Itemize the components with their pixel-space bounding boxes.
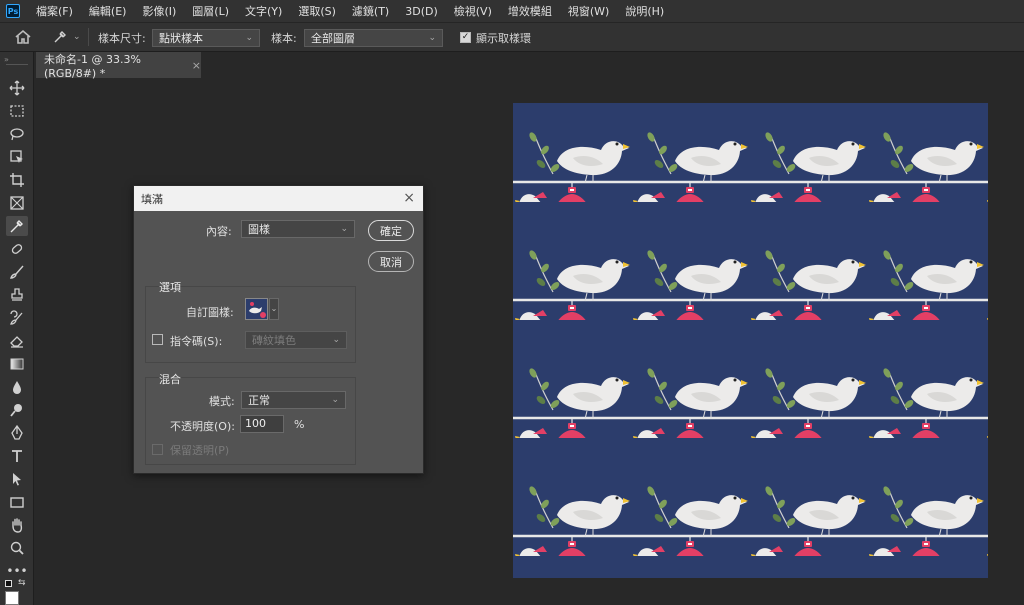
sample-label: 樣本: bbox=[271, 32, 297, 45]
document-canvas[interactable] bbox=[513, 103, 988, 578]
opacity-input[interactable]: 100 bbox=[240, 415, 284, 433]
script-label[interactable]: 指令碼(S): bbox=[170, 333, 222, 349]
contents-label: 內容: bbox=[206, 225, 232, 238]
photoshop-logo: Ps bbox=[6, 4, 20, 18]
menu-bar: Ps 檔案(F) 編輯(E) 影像(I) 圖層(L) 文字(Y) 選取(S) 濾… bbox=[0, 0, 1024, 22]
menu-3d[interactable]: 3D(D) bbox=[397, 5, 446, 18]
close-tab-icon[interactable]: × bbox=[192, 59, 201, 72]
script-value: 磚紋填色 bbox=[252, 334, 296, 347]
document-tab[interactable]: 未命名-1 @ 33.3% (RGB/8#) * × bbox=[36, 52, 201, 80]
brush-tool-icon[interactable] bbox=[6, 262, 28, 282]
menu-image[interactable]: 影像(I) bbox=[134, 3, 184, 19]
pattern-picker[interactable] bbox=[245, 298, 268, 320]
healing-brush-tool-icon[interactable] bbox=[6, 239, 28, 259]
preserve-transparency-label: 保留透明(P) bbox=[170, 444, 230, 457]
clone-stamp-tool-icon[interactable] bbox=[6, 285, 28, 305]
divider bbox=[88, 28, 89, 46]
move-tool-icon[interactable] bbox=[6, 78, 28, 98]
fill-dialog: 填滿 × 內容: 圖樣 ⌄ 確定 取消 選項 自訂圖樣: ⌄ 指令碼(S): 磚紋… bbox=[133, 185, 424, 474]
zoom-tool-icon[interactable] bbox=[6, 538, 28, 558]
close-icon[interactable]: × bbox=[403, 190, 415, 206]
home-icon[interactable] bbox=[14, 29, 32, 48]
menu-edit[interactable]: 編輯(E) bbox=[81, 3, 135, 19]
menu-plugins[interactable]: 增效模組 bbox=[500, 3, 560, 19]
sample-value: 全部圖層 bbox=[311, 32, 355, 45]
chevron-down-icon[interactable]: ⌄ bbox=[73, 32, 81, 42]
swap-colors-icon[interactable]: ⇆ bbox=[18, 578, 26, 588]
chevron-down-icon: ⌄ bbox=[245, 33, 253, 43]
eyedropper-tool-icon[interactable] bbox=[6, 216, 28, 236]
show-ring-label[interactable]: 顯示取樣環 bbox=[476, 30, 531, 46]
dialog-title: 填滿 bbox=[141, 192, 163, 206]
crop-tool-icon[interactable] bbox=[6, 170, 28, 190]
sample-size-label: 樣本尺寸: bbox=[98, 32, 146, 45]
foreground-color-swatch[interactable] bbox=[5, 591, 19, 605]
rectangle-tool-icon[interactable] bbox=[6, 492, 28, 512]
ok-button[interactable]: 確定 bbox=[368, 220, 414, 241]
menu-view[interactable]: 檢視(V) bbox=[446, 3, 500, 19]
object-select-tool-icon[interactable] bbox=[6, 147, 28, 167]
menu-type[interactable]: 文字(Y) bbox=[237, 3, 290, 19]
menu-help[interactable]: 說明(H) bbox=[617, 3, 672, 19]
type-tool-icon[interactable] bbox=[6, 446, 28, 466]
script-checkbox[interactable] bbox=[152, 334, 163, 345]
sample-select[interactable]: 全部圖層 ⌄ bbox=[304, 29, 443, 47]
options-bar: ⌄ 樣本尺寸: 點狀樣本 ⌄ 樣本: 全部圖層 ⌄ ✓ 顯示取樣環 bbox=[0, 22, 1024, 52]
pattern-thumbnail bbox=[246, 299, 267, 319]
dodge-tool-icon[interactable] bbox=[6, 400, 28, 420]
menu-file[interactable]: 檔案(F) bbox=[28, 3, 81, 19]
blending-group-title: 混合 bbox=[159, 373, 181, 386]
mode-select[interactable]: 正常 ⌄ bbox=[241, 391, 346, 409]
path-select-tool-icon[interactable] bbox=[6, 469, 28, 489]
blur-tool-icon[interactable] bbox=[6, 377, 28, 397]
options-group-title: 選項 bbox=[159, 281, 181, 294]
pen-tool-icon[interactable] bbox=[6, 423, 28, 443]
chevron-down-icon: ⌄ bbox=[428, 33, 436, 43]
mode-label: 模式: bbox=[209, 395, 235, 408]
lasso-tool-icon[interactable] bbox=[6, 124, 28, 144]
frame-tool-icon[interactable] bbox=[6, 193, 28, 213]
document-tab-bar: 未命名-1 @ 33.3% (RGB/8#) * × bbox=[0, 52, 1024, 80]
sample-size-value: 點狀樣本 bbox=[159, 32, 203, 45]
menu-filter[interactable]: 濾鏡(T) bbox=[344, 3, 397, 19]
gradient-tool-icon[interactable] bbox=[6, 354, 28, 374]
sample-size-select[interactable]: 點狀樣本 ⌄ bbox=[152, 29, 260, 47]
collapse-panel-icon[interactable]: » bbox=[4, 55, 9, 64]
grip-divider bbox=[6, 64, 28, 65]
cancel-button[interactable]: 取消 bbox=[368, 251, 414, 272]
menu-select[interactable]: 選取(S) bbox=[290, 3, 344, 19]
custom-pattern-label: 自訂圖樣: bbox=[186, 306, 234, 319]
opacity-unit: % bbox=[294, 418, 305, 431]
history-brush-tool-icon[interactable] bbox=[6, 308, 28, 328]
chevron-down-icon: ⌄ bbox=[340, 224, 348, 234]
document-tab-title: 未命名-1 @ 33.3% (RGB/8#) * bbox=[44, 52, 141, 80]
mode-value: 正常 bbox=[248, 394, 270, 407]
marquee-tool-icon[interactable] bbox=[6, 101, 28, 121]
chevron-down-icon: ⌄ bbox=[331, 395, 339, 405]
pattern-picker-chevron-icon[interactable]: ⌄ bbox=[269, 298, 279, 320]
preserve-transparency-checkbox bbox=[152, 444, 163, 455]
chevron-down-icon: ⌄ bbox=[332, 335, 340, 345]
bird-pattern-artwork bbox=[513, 103, 988, 578]
opacity-label: 不透明度(O): bbox=[170, 420, 235, 433]
contents-select[interactable]: 圖樣 ⌄ bbox=[241, 220, 355, 238]
contents-value: 圖樣 bbox=[248, 223, 270, 236]
show-ring-checkbox[interactable]: ✓ bbox=[460, 32, 471, 43]
menu-layer[interactable]: 圖層(L) bbox=[184, 3, 237, 19]
dialog-title-bar[interactable]: 填滿 × bbox=[134, 186, 423, 211]
tools-panel: » ••• ⇆ bbox=[0, 52, 34, 605]
script-select: 磚紋填色 ⌄ bbox=[245, 331, 347, 349]
hand-tool-icon[interactable] bbox=[6, 515, 28, 535]
menu-window[interactable]: 視窗(W) bbox=[560, 3, 617, 19]
eyedropper-preset-icon[interactable] bbox=[52, 29, 68, 48]
eraser-tool-icon[interactable] bbox=[6, 331, 28, 351]
default-colors-icon[interactable] bbox=[5, 580, 12, 587]
